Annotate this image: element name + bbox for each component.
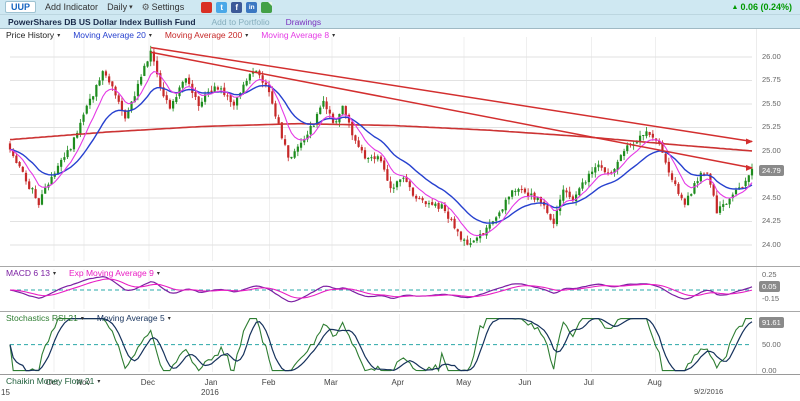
time-axis: Chaikin Money Flow 21▾ OctNovDecJanFebMa…: [0, 374, 800, 401]
notes-icon[interactable]: [261, 2, 272, 13]
gear-icon: ⚙: [142, 2, 150, 13]
axis-tick: 25.75: [762, 75, 781, 85]
axis-tick: 50.00: [762, 340, 781, 350]
axis-tick: 25.00: [762, 146, 781, 156]
macd-y-axis: 0.25 -0.15 0.05: [756, 267, 800, 311]
period-dropdown[interactable]: Daily ▾: [107, 2, 133, 12]
year-label: 2016: [201, 388, 219, 397]
share-icon[interactable]: in: [246, 2, 257, 13]
axis-tick: 24.25: [762, 216, 781, 226]
chevron-down-icon: ▾: [168, 315, 171, 322]
stochastics-panel[interactable]: 50.000.0091.61 Stochastics RSI 21▾ Moving…: [0, 311, 800, 374]
axis-tick: 25.25: [762, 122, 781, 132]
chevron-down-icon: ▾: [129, 3, 133, 11]
twitter-icon[interactable]: t: [216, 2, 227, 13]
price-panel[interactable]: 26.00 25.75 25.50 25.25 25.00 24.50 24.25 24.00…: [0, 29, 800, 266]
symbol-box[interactable]: UUP: [5, 1, 36, 13]
share-icons: t f in: [201, 2, 272, 13]
current-value-box: 24.79: [759, 165, 784, 176]
settings-label: Settings: [152, 2, 185, 12]
period-label: Daily: [107, 2, 127, 12]
stochastics-legend-item-0[interactable]: Stochastics RSI 21▾: [6, 313, 84, 323]
price-legend-item-3[interactable]: Moving Average 8▾: [261, 30, 335, 40]
price-change: ▲ 0.06 (0.24%): [732, 2, 795, 12]
chevron-down-icon: ▾: [149, 32, 152, 39]
axis-tick: -0.15: [762, 294, 779, 304]
add-indicator-button[interactable]: Add Indicator: [45, 2, 98, 12]
chevron-down-icon: ▾: [57, 32, 60, 39]
chaikin-legend-item-0[interactable]: Chaikin Money Flow 21▾: [6, 376, 100, 386]
sub-toolbar: PowerShares DB US Dollar Index Bullish F…: [0, 15, 800, 29]
change-value: 0.06 (0.24%): [740, 2, 792, 12]
up-arrow-icon: ▲: [732, 4, 739, 11]
main-toolbar: UUP Add Indicator Daily ▾ ⚙ Settings t f…: [0, 0, 800, 15]
start-year-label: 15: [1, 388, 10, 397]
macd-legend: MACD 6 13▾ Exp Moving Average 9▾: [6, 268, 160, 278]
chevron-down-icon: ▾: [53, 270, 56, 277]
chevron-down-icon: ▾: [157, 270, 160, 277]
month-label: Jul: [584, 378, 594, 387]
month-label: Feb: [262, 378, 276, 387]
price-y-axis: 26.00 25.75 25.50 25.25 25.00 24.50 24.25 24.00…: [756, 29, 800, 266]
axis-tick: 24.50: [762, 193, 781, 203]
axis-tick: 25.50: [762, 99, 781, 109]
price-legend: Price History▾ Moving Average 20▾ Moving A…: [6, 30, 335, 40]
axis-tick: 24.00: [762, 240, 781, 250]
month-label: Jun: [518, 378, 531, 387]
macd-legend-item-0[interactable]: MACD 6 13▾: [6, 268, 56, 278]
chevron-down-icon: ▾: [245, 32, 248, 39]
folded-corner: [268, 2, 272, 6]
month-label: Aug: [648, 378, 662, 387]
stochastics-y-axis: 50.000.0091.61: [756, 312, 800, 374]
chevron-down-icon: ▾: [332, 32, 335, 39]
stochastics-legend-item-1[interactable]: Moving Average 5▾: [97, 313, 171, 323]
axis-tick: 26.00: [762, 52, 781, 62]
settings-button[interactable]: ⚙ Settings: [142, 2, 185, 13]
macd-panel[interactable]: 0.25 -0.15 0.05 MACD 6 13▾ Exp Moving Avera…: [0, 266, 800, 311]
drawings-button[interactable]: Drawings: [286, 17, 321, 27]
chevron-down-icon: ▾: [81, 315, 84, 322]
current-value-box: 0.05: [759, 281, 780, 292]
add-to-portfolio-button[interactable]: Add to Portfolio: [212, 17, 270, 27]
chaikin-legend: Chaikin Money Flow 21▾: [6, 376, 100, 386]
macd-legend-item-1[interactable]: Exp Moving Average 9▾: [69, 268, 160, 278]
price-legend-item-0[interactable]: Price History▾: [6, 30, 60, 40]
month-label: Apr: [392, 378, 404, 387]
record-icon[interactable]: [201, 2, 212, 13]
month-labels: OctNovDecJanFebMarAprMayJunJulAug: [0, 375, 800, 401]
chevron-down-icon: ▾: [97, 378, 100, 385]
axis-tick: 0.25: [762, 270, 777, 280]
month-label: May: [456, 378, 471, 387]
fund-name: PowerShares DB US Dollar Index Bullish F…: [8, 17, 196, 27]
price-legend-item-1[interactable]: Moving Average 20▾: [73, 30, 152, 40]
price-chart-canvas[interactable]: [0, 29, 755, 266]
price-legend-item-2[interactable]: Moving Average 200▾: [165, 30, 248, 40]
stochastics-legend: Stochastics RSI 21▾ Moving Average 5▾: [6, 313, 171, 323]
end-date-label: 9/2/2016: [694, 387, 723, 396]
facebook-icon[interactable]: f: [231, 2, 242, 13]
month-label: Jan: [205, 378, 218, 387]
month-label: Mar: [324, 378, 338, 387]
current-value-box: 91.61: [759, 317, 784, 328]
month-label: Dec: [141, 378, 155, 387]
